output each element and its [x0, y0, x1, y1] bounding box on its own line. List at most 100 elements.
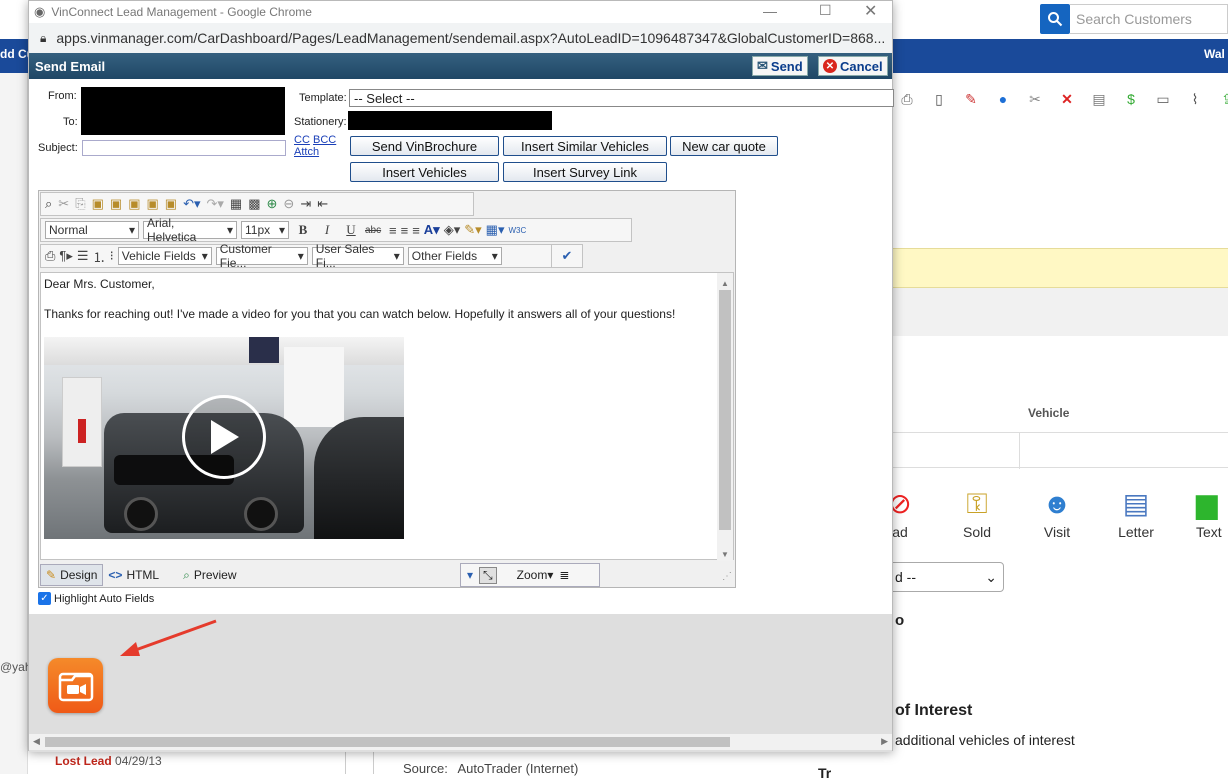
highlight-color-icon[interactable]: ◈▾: [444, 222, 461, 238]
size-select[interactable]: 11px ▾: [241, 221, 289, 239]
search-button[interactable]: [1040, 4, 1070, 34]
copy-icon[interactable]: ⎘: [75, 196, 85, 212]
checkbox-checked-icon[interactable]: ✓: [38, 592, 51, 605]
underline-icon[interactable]: U: [341, 222, 361, 238]
dropdown-arrow-icon: ▾: [128, 223, 135, 237]
paste-plain-icon[interactable]: ▣: [165, 196, 177, 212]
action-text[interactable]: ▆ Text: [1196, 484, 1228, 540]
insert-survey-link-button[interactable]: Insert Survey Link: [503, 162, 667, 182]
send-button[interactable]: ✉ Send: [752, 56, 808, 76]
align-right-icon[interactable]: ≡: [412, 223, 420, 238]
italic-icon[interactable]: I: [317, 222, 337, 238]
font-color-icon[interactable]: A▾: [424, 222, 440, 238]
paste-icon[interactable]: ▣: [92, 196, 104, 212]
font-select[interactable]: Arial, Helvetica ▾: [143, 216, 237, 244]
card-icon[interactable]: ▭: [1154, 90, 1172, 108]
align-center-icon[interactable]: ≡: [401, 223, 409, 238]
page-icon[interactable]: ▯: [930, 90, 948, 108]
subject-input[interactable]: [82, 140, 286, 156]
spellcheck-icon[interactable]: ✔: [562, 248, 573, 264]
search-customers-input[interactable]: Search Customers: [1070, 4, 1228, 34]
tools-icon[interactable]: ✂: [1026, 90, 1044, 108]
find-icon[interactable]: ⌕: [45, 196, 52, 212]
window-scrollbar[interactable]: ◀ ▶: [29, 734, 892, 750]
play-icon[interactable]: [182, 395, 266, 479]
insert-similar-vehicles-button[interactable]: Insert Similar Vehicles: [503, 136, 667, 156]
bullet-list-icon[interactable]: ⁝: [110, 248, 114, 264]
new-car-quote-button[interactable]: New car quote: [670, 136, 778, 156]
lead-status-select[interactable]: d -- ⌄: [880, 562, 1004, 592]
resize-grip-icon[interactable]: ⋰: [722, 571, 732, 582]
numbered-list-icon[interactable]: ⒈: [93, 247, 106, 266]
indent-icon[interactable]: ⇥: [300, 196, 311, 212]
undo-icon[interactable]: ↶▾: [183, 196, 200, 212]
outdent-icon[interactable]: ⇤: [317, 196, 328, 212]
section-fragment: o: [895, 612, 905, 629]
paste-html-icon[interactable]: ▣: [146, 196, 158, 212]
w3c-validate-icon[interactable]: W3C: [508, 226, 526, 235]
cancel-icon: ✕: [823, 59, 837, 73]
cancel-button[interactable]: ✕ Cancel: [818, 56, 888, 76]
preview-tab-label: Preview: [193, 568, 237, 582]
statistics-icon[interactable]: ≣: [559, 568, 569, 582]
user-sales-fields-select[interactable]: User Sales Fi... ▾: [311, 242, 404, 270]
print-icon[interactable]: ⎙: [45, 248, 55, 264]
attach-link[interactable]: Attch: [294, 146, 319, 158]
bcc-link[interactable]: BCC: [313, 134, 336, 146]
paperclip-icon[interactable]: ⌇: [1186, 90, 1204, 108]
bold-icon[interactable]: B: [293, 222, 313, 238]
action-letter[interactable]: ▤ Letter: [1108, 484, 1164, 540]
screen-recorder-app-icon[interactable]: [48, 658, 103, 713]
strikethrough-icon[interactable]: abc: [365, 225, 385, 236]
format-select[interactable]: Normal ▾: [45, 221, 139, 239]
link-icon[interactable]: ⊕: [267, 196, 278, 212]
money-icon[interactable]: $: [1122, 90, 1140, 108]
format-brush-icon[interactable]: ✎▾: [464, 222, 481, 238]
highlight-auto-fields[interactable]: ✓ Highlight Auto Fields: [38, 592, 154, 605]
zoom-select[interactable]: Zoom▾: [517, 568, 554, 582]
minimize-icon[interactable]: —: [763, 3, 777, 19]
insert-vehicles-button[interactable]: Insert Vehicles: [350, 162, 499, 182]
close-icon[interactable]: ✕: [864, 1, 877, 21]
delete-icon[interactable]: ✕: [1058, 90, 1076, 108]
editor-toolbar-1: ⌕ ✂ ⎘ ▣ ▣ ▣ ▣ ▣ ↶▾ ↷▾ ▦ ▩ ⊕ ⊖ ⇥ ⇤: [40, 192, 474, 216]
editor-toolbar-2: Normal ▾ Arial, Helvetica ▾ 11px ▾ B I U ab…: [40, 216, 632, 244]
image-icon[interactable]: ▩: [248, 196, 260, 212]
paste-word-icon[interactable]: ▣: [128, 196, 140, 212]
align-left-icon[interactable]: ≡: [389, 223, 397, 238]
address-bar[interactable]: 🔒︎ apps.vinmanager.com/CarDashboard/Page…: [29, 23, 892, 53]
vehicle-fields-select[interactable]: Vehicle Fields ▾: [117, 247, 212, 265]
editor-scrollbar[interactable]: ▲ ▼: [717, 273, 733, 561]
editor-content[interactable]: Dear Mrs. Customer, Thanks for reaching …: [40, 272, 734, 561]
action-sold[interactable]: ⚿ Sold: [950, 484, 1004, 540]
preview-tab[interactable]: ⌕ Preview: [178, 564, 241, 586]
export-icon[interactable]: ⇪: [1218, 90, 1228, 108]
design-tab[interactable]: ✎ Design: [40, 564, 104, 586]
cc-link[interactable]: CC: [294, 134, 310, 146]
to-label: To:: [63, 116, 78, 128]
maximize-icon[interactable]: ☐: [819, 2, 832, 19]
table-icon[interactable]: ▦▾: [486, 222, 505, 238]
notes-icon[interactable]: ▤: [1090, 90, 1108, 108]
video-thumbnail[interactable]: [44, 337, 404, 539]
checklist-icon[interactable]: ✎: [962, 90, 980, 108]
cut-icon[interactable]: ✂: [58, 196, 69, 212]
print-icon[interactable]: ⎙: [898, 90, 916, 108]
fit-icon[interactable]: ⤡: [479, 566, 497, 584]
image-manager-icon[interactable]: ▦: [230, 196, 242, 212]
module-icon[interactable]: ▾: [467, 568, 473, 582]
other-fields-select[interactable]: Other Fields ▾: [407, 247, 502, 265]
unlink-icon[interactable]: ⊖: [283, 196, 294, 212]
globe-icon[interactable]: ●: [994, 90, 1012, 108]
redo-icon[interactable]: ↷▾: [207, 196, 224, 212]
paragraph-icon[interactable]: ¶▸: [59, 248, 73, 264]
send-vinbrochure-button[interactable]: Send VinBrochure: [350, 136, 499, 156]
action-visit[interactable]: ☻ Visit: [1030, 484, 1084, 540]
justify-icon[interactable]: ☰: [77, 248, 89, 264]
notice-band: [893, 248, 1228, 288]
paste-text-icon[interactable]: ▣: [110, 196, 122, 212]
customer-fields-select[interactable]: Customer Fie... ▾: [215, 242, 308, 270]
user-menu-fragment[interactable]: Wal: [1204, 47, 1225, 61]
html-tab[interactable]: <> HTML: [103, 564, 164, 586]
template-select[interactable]: -- Select --: [349, 89, 894, 107]
